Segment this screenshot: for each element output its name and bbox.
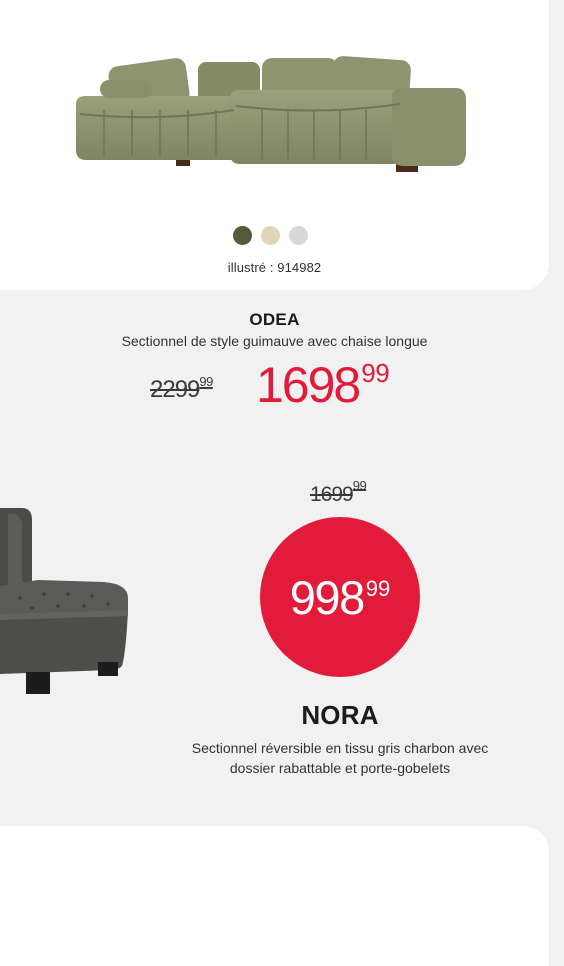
product-description-nora: Sectionnel réversible en tissu gris char…	[191, 740, 489, 776]
regular-price-cents: 99	[199, 374, 213, 389]
swatch-beige[interactable]	[261, 226, 280, 245]
nora-sofa-image[interactable]	[0, 502, 130, 698]
sale-price-cents: 99	[361, 358, 390, 388]
sale-price-odea: 169899	[256, 357, 390, 413]
swatch-grey[interactable]	[289, 226, 308, 245]
swatch-olive[interactable]	[233, 226, 252, 245]
regular-price-nora: 169999	[310, 478, 367, 507]
regular-price-cents: 99	[352, 478, 367, 493]
sale-price-nora: 99899	[290, 574, 390, 621]
sale-price-main: 1698	[256, 357, 361, 413]
regular-price-main: 2299	[150, 376, 200, 403]
odea-sofa-image[interactable]	[70, 52, 468, 180]
sale-price-badge: 99899	[260, 517, 420, 677]
next-product-card[interactable]	[0, 826, 549, 966]
illustrated-sku-caption: illustré : 914982	[227, 260, 322, 275]
sale-price-main: 998	[289, 570, 365, 624]
regular-price-main: 1699	[310, 483, 354, 506]
color-swatches	[233, 226, 308, 245]
product-name-nora[interactable]: NORA	[0, 700, 564, 731]
product-name-odea[interactable]: ODEA	[0, 310, 549, 330]
product-description-odea: Sectionnel de style guimauve avec chaise…	[121, 333, 428, 349]
sale-price-cents: 99	[365, 575, 391, 601]
regular-price-odea: 229999	[150, 374, 213, 404]
